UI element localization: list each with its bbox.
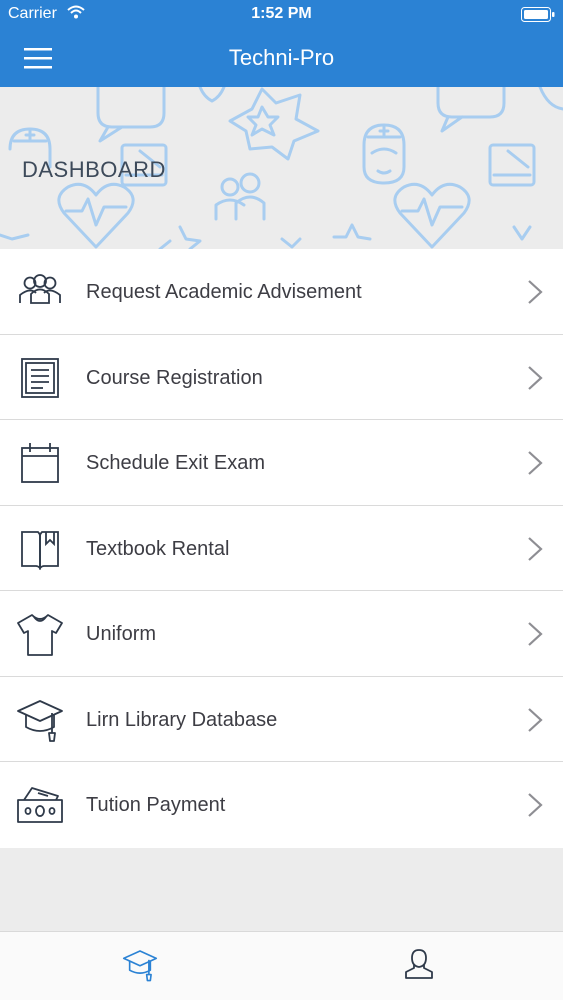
heart-pulse-icon [393,182,471,249]
speech-bubble-icon [436,87,506,133]
chevron-right-icon [528,365,543,390]
menu-item-label: Course Registration [86,366,263,389]
chevron-right-icon [528,280,543,304]
chevron-right-icon [528,793,543,817]
menu-item-label: Lirn Library Database [86,708,278,731]
nav-bar: Techni-Pro [0,30,563,87]
chevron-right-icon [528,536,543,561]
calendar-icon [21,443,59,483]
money-icon [17,787,63,823]
book-icon [21,530,59,570]
menu-item-label: Textbook Rental [86,537,230,560]
status-bar: Carrier 1:52 PM [0,0,563,30]
chevron-right-icon [528,707,543,732]
menu-item-request-academic-advisement[interactable]: Request Academic Advisement [0,249,563,335]
group-icon [214,172,266,221]
document-list-icon [21,357,59,398]
menu-item-textbook-rental[interactable]: Textbook Rental [0,506,563,591]
tab-dashboard[interactable] [100,932,180,1000]
star-icon [178,225,202,249]
dashboard-menu: Request Academic Advisement Course Regis… [0,249,563,848]
menu-item-tution-payment[interactable]: Tution Payment [0,762,563,848]
menu-item-label: Request Academic Advisement [86,281,362,303]
chevron-right-icon [528,622,543,646]
menu-item-lirn-library-database[interactable]: Lirn Library Database [0,677,563,762]
graduation-cap-icon [17,699,63,742]
nurse-icon [362,123,406,185]
chevron-right-icon [528,451,543,475]
menu-item-label: Uniform [86,623,157,645]
app-title: Techni-Pro [228,45,335,70]
shirt-icon [17,614,63,656]
hospital-bed-icon [488,143,536,187]
badge-star-icon [228,87,320,161]
top-bar: Carrier 1:52 PM Techni-Pro [0,0,563,87]
menu-item-label: Tution Payment [86,794,226,816]
tab-bar [0,931,563,1000]
dashboard-banner: DASHBOARD [0,87,563,249]
heart-pulse-icon [57,182,135,249]
battery-icon [521,7,555,22]
menu-item-schedule-exit-exam[interactable]: Schedule Exit Exam [0,420,563,506]
dashboard-heading: DASHBOARD [22,157,166,182]
star-icon [332,223,372,241]
menu-item-uniform[interactable]: Uniform [0,591,563,677]
tab-profile[interactable] [382,932,462,1000]
user-icon [405,949,433,979]
clock: 1:52 PM [251,5,312,22]
people-group-icon [19,274,61,304]
graduation-cap-icon [122,950,158,982]
speech-bubble-icon [96,87,166,143]
menu-item-course-registration[interactable]: Course Registration [0,335,563,420]
menu-item-label: Schedule Exit Exam [86,452,265,474]
